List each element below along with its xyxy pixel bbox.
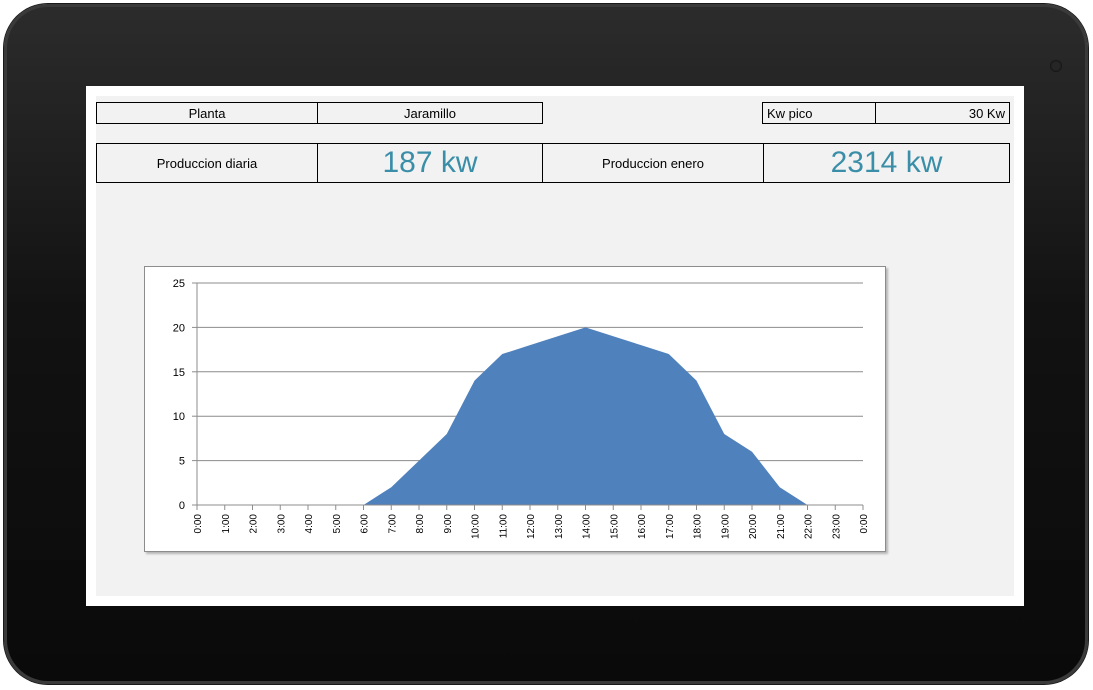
x-tick-label: 2:00 (249, 514, 260, 534)
x-tick-label: 11:00 (498, 514, 509, 539)
y-tick-label: 25 (173, 278, 185, 290)
x-tick-label: 7:00 (387, 514, 398, 534)
x-tick-label: 10:00 (471, 514, 482, 539)
production-chart: 0 5 10 15 20 25 0:00 1:00 2:00 3:00 4:00 5:00 6:00 7:… (144, 266, 886, 552)
x-tick-label: 22:00 (804, 514, 815, 539)
x-tick-label: 21:00 (776, 514, 787, 539)
daily-production-label: Produccion diaria (96, 143, 318, 183)
x-tick-label: 14:00 (582, 514, 593, 539)
x-tick-label: 15:00 (609, 514, 620, 539)
month-production-value: 2314 kw (763, 143, 1010, 183)
x-tick-label: 16:00 (637, 514, 648, 539)
x-tick-label: 12:00 (526, 514, 537, 539)
tablet-screen: Planta Jaramillo Kw pico 30 Kw Produccio… (86, 86, 1024, 606)
x-tick-label: 1:00 (221, 514, 232, 534)
y-tick-label: 5 (179, 456, 185, 468)
chart-svg: 0 5 10 15 20 25 0:00 1:00 2:00 3:00 4:00 5:00 6:00 7:… (173, 278, 870, 539)
x-tick-label: 9:00 (443, 514, 454, 534)
x-tick-label: 18:00 (693, 514, 704, 539)
peak-value: 30 Kw (875, 102, 1010, 124)
x-tick-label: 6:00 (360, 514, 371, 534)
x-tick-label: 3:00 (276, 514, 287, 534)
x-tick-label: 0:00 (193, 514, 204, 534)
peak-label: Kw pico (762, 102, 876, 124)
tablet-frame: Planta Jaramillo Kw pico 30 Kw Produccio… (4, 4, 1088, 684)
y-tick-label: 0 (179, 500, 185, 512)
x-tick-label: 13:00 (554, 514, 565, 539)
plant-value: Jaramillo (317, 102, 543, 124)
y-tick-label: 15 (173, 367, 185, 379)
plant-label: Planta (96, 102, 318, 124)
x-tick-label: 8:00 (415, 514, 426, 534)
x-tick-label: 20:00 (748, 514, 759, 539)
x-tick-label: 5:00 (332, 514, 343, 534)
daily-production-value: 187 kw (317, 143, 543, 183)
month-production-label: Produccion enero (542, 143, 764, 183)
x-tick-label: 17:00 (665, 514, 676, 539)
camera-lens (1050, 60, 1062, 72)
y-tick-label: 10 (173, 411, 185, 423)
x-tick-label: 23:00 (831, 514, 842, 539)
x-tick-label: 4:00 (304, 514, 315, 534)
spreadsheet-area: Planta Jaramillo Kw pico 30 Kw Produccio… (96, 96, 1014, 596)
y-tick-label: 20 (173, 322, 185, 334)
x-tick-label: 0:00 (859, 514, 870, 534)
x-tick-label: 19:00 (720, 514, 731, 539)
